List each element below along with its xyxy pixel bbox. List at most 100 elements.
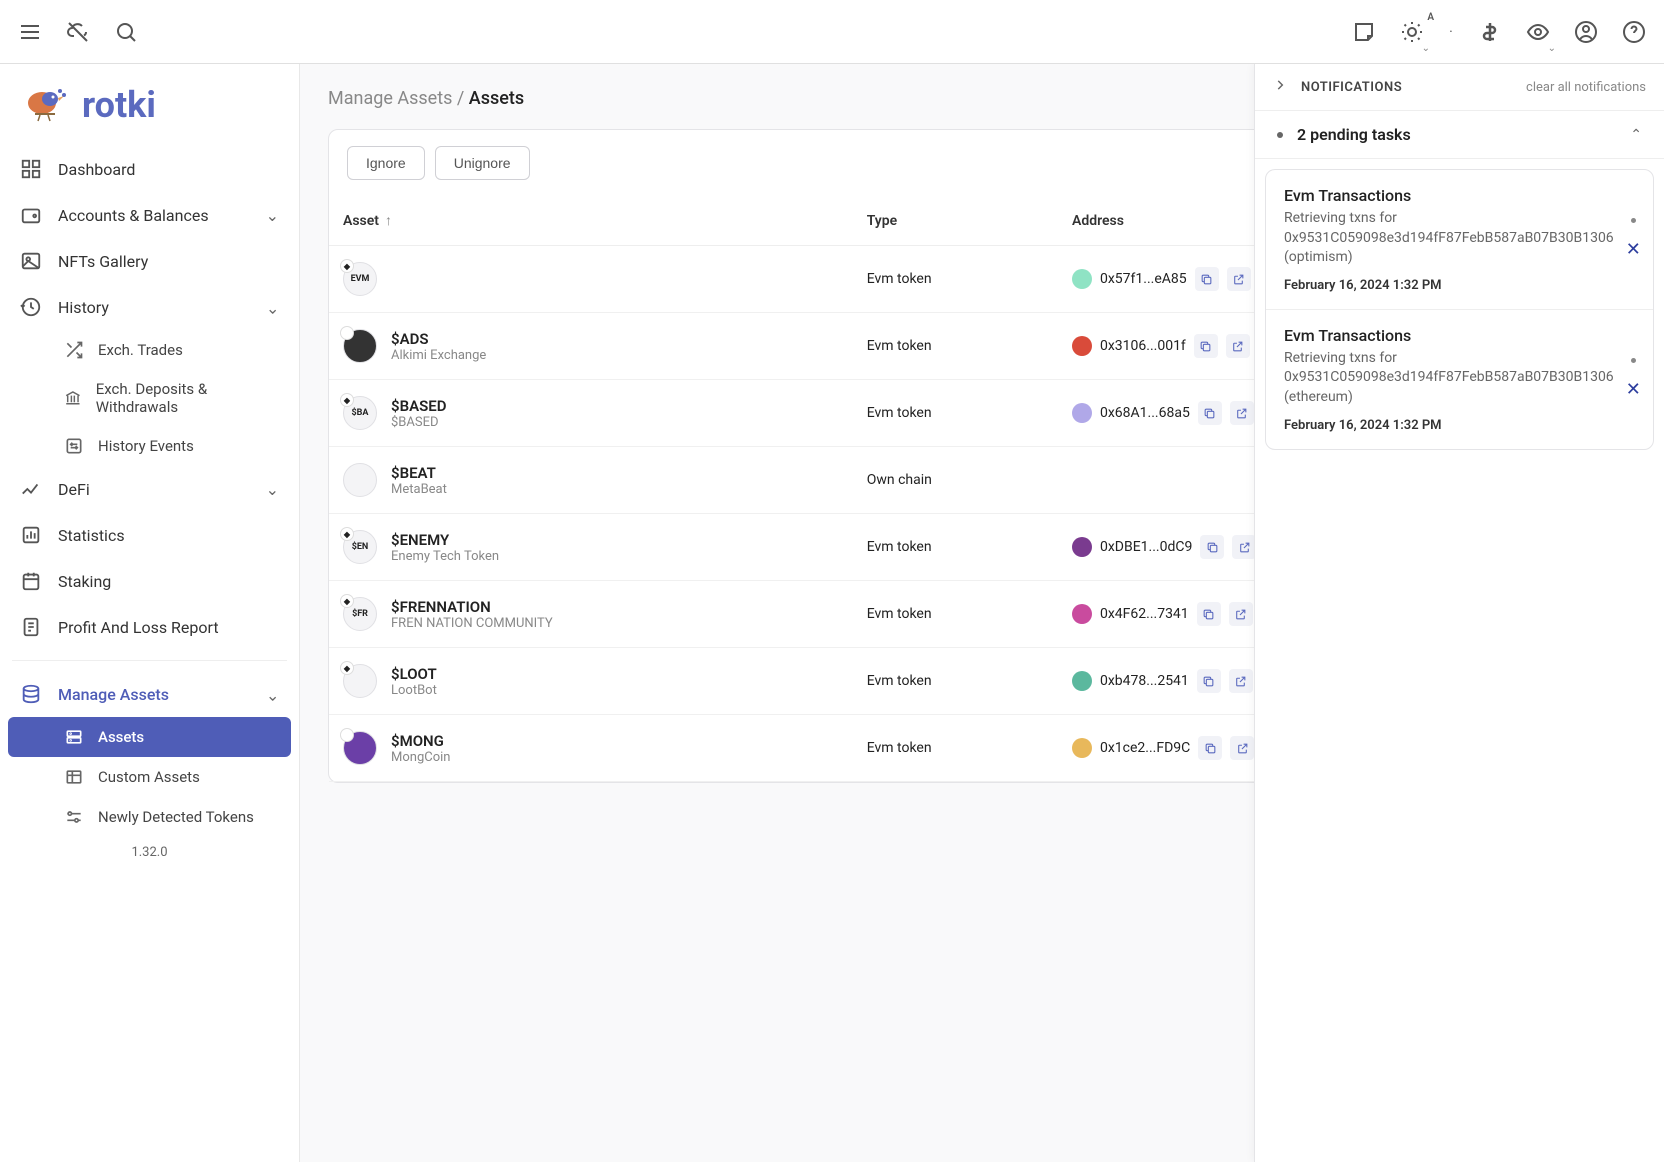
asset-subtitle: FREN NATION COMMUNITY: [391, 616, 553, 631]
theme-badge: A: [1427, 12, 1434, 23]
copy-icon[interactable]: [1195, 267, 1219, 291]
note-icon[interactable]: [1350, 18, 1378, 46]
asset-symbol: $BEAT: [391, 464, 447, 482]
clear-notifications-link[interactable]: clear all notifications: [1526, 80, 1646, 95]
chevron-up-icon: ⌃: [266, 298, 279, 317]
asset-type: Evm token: [853, 514, 1058, 581]
logo[interactable]: rotki: [0, 72, 299, 146]
external-link-icon[interactable]: [1229, 669, 1253, 693]
sidebar-item-pnl[interactable]: Profit And Loss Report: [0, 604, 299, 650]
asset-icon: ◆: [343, 329, 377, 363]
address-avatar-icon: [1072, 403, 1092, 423]
external-link-icon[interactable]: [1230, 736, 1254, 760]
asset-icon: ◆$BA: [343, 396, 377, 430]
eth-badge-icon: ◆: [340, 594, 354, 608]
external-link-icon[interactable]: [1227, 267, 1251, 291]
notification-item: Evm Transactions Retrieving txns for 0x9…: [1266, 309, 1653, 449]
chevron-right-icon[interactable]: [1273, 78, 1287, 96]
copy-icon[interactable]: [1200, 535, 1224, 559]
table-icon: [64, 767, 84, 787]
pending-text: 2 pending tasks: [1297, 125, 1411, 144]
swap-icon: [64, 436, 84, 456]
address-text: 0x1ce2...FD9C: [1100, 740, 1190, 756]
external-link-icon[interactable]: [1229, 602, 1253, 626]
sidebar-item-history[interactable]: History ⌃: [0, 284, 299, 330]
sidebar-label: Assets: [98, 728, 144, 746]
sidebar-sub-exch-trades[interactable]: Exch. Trades: [8, 330, 291, 370]
asset-icon: ◆: [343, 664, 377, 698]
address-text: 0x57f1...eA85: [1100, 271, 1187, 287]
sidebar-sub-exch-deposits[interactable]: Exch. Deposits & Withdrawals: [8, 370, 291, 426]
dot-icon: [1631, 358, 1636, 363]
sidebar-label: Staking: [58, 572, 111, 591]
notification-title: Evm Transactions: [1284, 186, 1614, 205]
breadcrumb-current: Assets: [469, 88, 524, 109]
copy-icon[interactable]: [1197, 602, 1221, 626]
copy-icon[interactable]: [1198, 401, 1222, 425]
asset-icon: ◆$FR: [343, 597, 377, 631]
sidebar-item-defi[interactable]: DeFi ⌄: [0, 466, 299, 512]
search-icon[interactable]: [112, 18, 140, 46]
sidebar-label: Statistics: [58, 526, 125, 545]
col-asset[interactable]: Asset↑: [329, 196, 853, 246]
external-link-icon[interactable]: [1232, 535, 1256, 559]
report-icon: [20, 616, 42, 638]
sidebar-label: NFTs Gallery: [58, 252, 148, 271]
asset-icon: ◆$EN: [343, 530, 377, 564]
external-link-icon[interactable]: [1230, 401, 1254, 425]
sidebar-item-accounts[interactable]: Accounts & Balances ⌄: [0, 192, 299, 238]
notification-time: February 16, 2024 1:32 PM: [1284, 278, 1614, 293]
sidebar-item-nfts[interactable]: NFTs Gallery: [0, 238, 299, 284]
close-icon[interactable]: ✕: [1626, 239, 1641, 260]
theme-icon[interactable]: A ⌄: [1398, 18, 1426, 46]
menu-icon[interactable]: [16, 18, 44, 46]
sidebar-label: History Events: [98, 437, 194, 455]
notifications-list: Evm Transactions Retrieving txns for 0x9…: [1265, 169, 1654, 450]
sidebar-sub-assets[interactable]: Assets: [8, 717, 291, 757]
sidebar-label: Manage Assets: [58, 685, 169, 704]
unignore-button[interactable]: Unignore: [435, 146, 530, 180]
sidebar-sub-newly-detected[interactable]: Newly Detected Tokens: [8, 797, 291, 837]
calendar-icon: [20, 570, 42, 592]
eth-badge-icon: ◆: [340, 527, 354, 541]
sidebar-label: Exch. Trades: [98, 341, 183, 359]
col-type[interactable]: Type: [853, 196, 1058, 246]
server-icon: [64, 727, 84, 747]
eth-badge-icon: ◆: [340, 661, 354, 675]
sidebar-item-statistics[interactable]: Statistics: [0, 512, 299, 558]
adjust-icon: [64, 807, 84, 827]
ignore-button[interactable]: Ignore: [347, 146, 425, 180]
version-text: 1.32.0: [0, 837, 299, 860]
sidebar-item-manage-assets[interactable]: Manage Assets ⌃: [0, 671, 299, 717]
bank-icon: [64, 388, 82, 408]
close-icon[interactable]: ✕: [1626, 379, 1641, 400]
privacy-icon[interactable]: ⌄: [1524, 18, 1552, 46]
address-avatar-icon: [1072, 604, 1092, 624]
account-icon[interactable]: [1572, 18, 1600, 46]
address-avatar-icon: [1072, 537, 1092, 557]
sidebar-item-dashboard[interactable]: Dashboard: [0, 146, 299, 192]
eth-badge-icon: ◆: [340, 393, 354, 407]
sidebar-sub-custom-assets[interactable]: Custom Assets: [8, 757, 291, 797]
asset-symbol: $MONG: [391, 732, 450, 750]
asset-subtitle: MongCoin: [391, 750, 450, 765]
help-icon[interactable]: [1620, 18, 1648, 46]
copy-icon[interactable]: [1198, 736, 1222, 760]
copy-icon[interactable]: [1197, 669, 1221, 693]
chevron-down-icon: ⌄: [266, 206, 279, 225]
asset-symbol: $ENEMY: [391, 531, 499, 549]
asset-symbol: $BASED: [391, 397, 447, 415]
image-icon: [20, 250, 42, 272]
cloud-off-icon[interactable]: [64, 18, 92, 46]
pending-tasks-row[interactable]: 2 pending tasks ⌃: [1255, 110, 1664, 159]
asset-subtitle: Enemy Tech Token: [391, 549, 499, 564]
external-link-icon[interactable]: [1226, 334, 1250, 358]
sidebar-label: Newly Detected Tokens: [98, 808, 254, 826]
currency-icon[interactable]: [1476, 18, 1504, 46]
chevron-down-icon: ⌄: [1548, 43, 1556, 54]
history-icon: [20, 296, 42, 318]
sidebar-sub-history-events[interactable]: History Events: [8, 426, 291, 466]
sidebar-item-staking[interactable]: Staking: [0, 558, 299, 604]
copy-icon[interactable]: [1194, 334, 1218, 358]
breadcrumb-parent[interactable]: Manage Assets: [328, 88, 452, 109]
